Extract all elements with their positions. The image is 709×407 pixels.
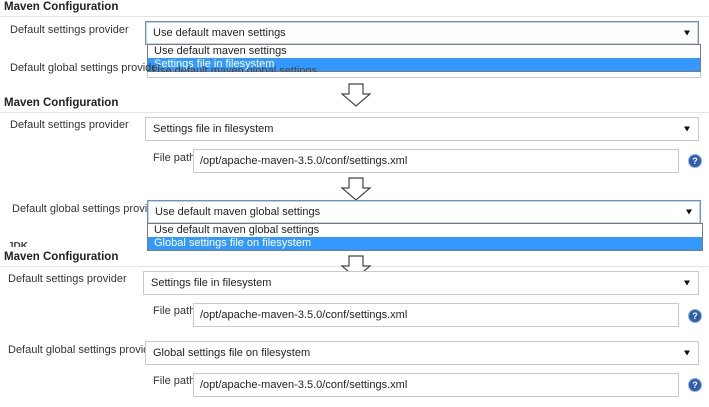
dropdown-option-use-default-maven-settings[interactable]: Use default maven settings xyxy=(148,45,700,58)
question-circle-icon[interactable]: ? xyxy=(689,310,701,322)
section-title-1: Maven Configuration xyxy=(4,1,119,13)
default-settings-provider-label: Default settings provider xyxy=(8,273,127,285)
file-path-input[interactable] xyxy=(193,149,679,173)
global-file-path-label: File path xyxy=(153,375,196,387)
default-settings-provider-value: Use default maven settings xyxy=(153,27,286,39)
jdk-section-title-peek: JDK xyxy=(8,242,48,247)
default-global-settings-provider-label: Default global settings provider xyxy=(12,203,164,215)
caret-down-icon[interactable] xyxy=(684,280,690,286)
global-select-bottom-edge xyxy=(147,72,701,78)
default-settings-provider-label: Default settings provider xyxy=(10,24,129,36)
question-circle-icon[interactable]: ? xyxy=(689,155,701,167)
default-settings-provider-label: Default settings provider xyxy=(10,119,129,131)
default-global-settings-provider-select[interactable]: Use default maven global settings xyxy=(147,200,701,224)
default-global-settings-provider-label: Default global settings provider xyxy=(10,62,162,74)
default-global-settings-provider-dropdown: Use default maven global settings Global… xyxy=(147,223,703,251)
dropdown-option-global-settings-file-on-filesystem[interactable]: Global settings file on filesystem xyxy=(148,237,702,250)
global-file-path-input[interactable] xyxy=(193,373,679,397)
file-path-label: File path xyxy=(153,152,196,164)
default-settings-provider-select[interactable]: Use default maven settings xyxy=(145,21,699,45)
down-arrow-icon xyxy=(340,177,372,201)
caret-down-icon[interactable] xyxy=(686,209,692,215)
caret-down-icon[interactable] xyxy=(684,350,690,356)
dropdown-option-use-default-maven-global-settings[interactable]: Use default maven global settings xyxy=(148,224,702,237)
section-divider-1 xyxy=(0,16,709,17)
down-arrow-icon xyxy=(340,83,372,107)
default-settings-provider-select[interactable]: Settings file in filesystem xyxy=(143,271,699,295)
caret-down-icon[interactable] xyxy=(684,30,690,36)
default-global-settings-provider-select[interactable]: Global settings file on filesystem xyxy=(145,341,699,365)
default-global-settings-provider-value: Use default maven global settings xyxy=(155,206,321,218)
section-divider-2 xyxy=(0,112,709,113)
section-title-3: Maven Configuration xyxy=(4,251,119,263)
default-global-settings-provider-label: Default global settings provider xyxy=(8,344,160,356)
caret-down-icon[interactable] xyxy=(684,126,690,132)
question-circle-icon[interactable]: ? xyxy=(689,379,701,391)
file-path-label: File path xyxy=(153,305,196,317)
default-settings-provider-value: Settings file in filesystem xyxy=(151,277,272,289)
section-title-2: Maven Configuration xyxy=(4,97,119,109)
default-settings-provider-value: Settings file in filesystem xyxy=(153,123,274,135)
default-global-settings-provider-value: Global settings file on filesystem xyxy=(153,347,311,359)
default-settings-provider-select[interactable]: Settings file in filesystem xyxy=(145,117,699,141)
file-path-input[interactable] xyxy=(193,303,679,327)
